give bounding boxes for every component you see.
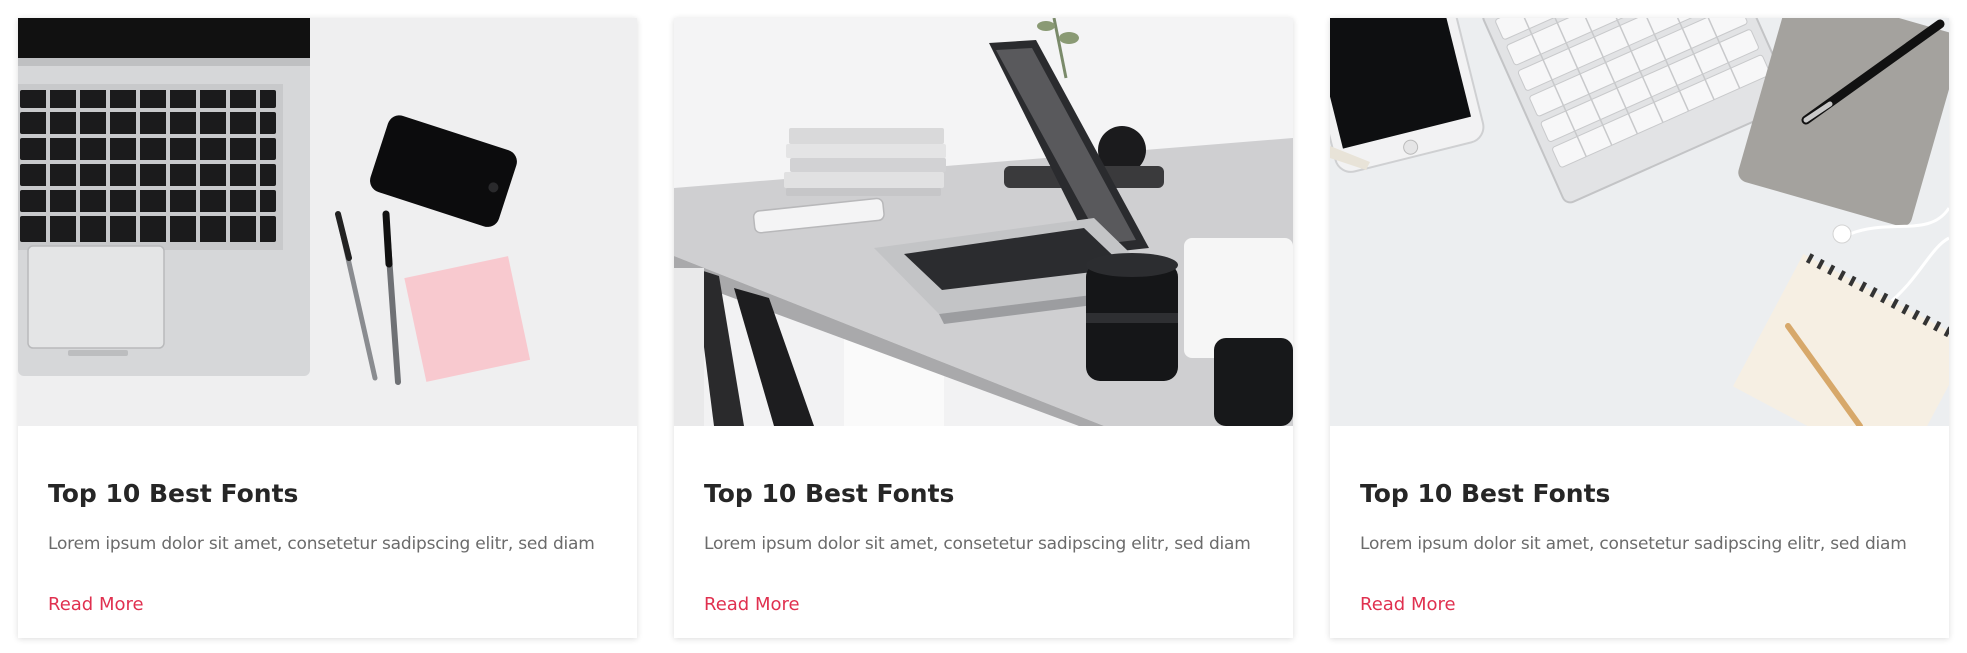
card-excerpt: Lorem ipsum dolor sit amet, consetetur s… — [704, 534, 1251, 554]
read-more-link[interactable]: Read More — [704, 594, 800, 615]
card-excerpt: Lorem ipsum dolor sit amet, consetetur s… — [1360, 534, 1907, 554]
blog-card[interactable]: Top 10 Best Fonts Lorem ipsum dolor sit … — [1330, 18, 1949, 638]
card-image-laptop-phone-pens[interactable] — [18, 18, 637, 426]
card-title[interactable]: Top 10 Best Fonts — [704, 479, 954, 508]
phone-keyboard-flatlay-image — [1330, 18, 1949, 426]
card-image-laptop-desk[interactable] — [674, 18, 1293, 426]
blog-card[interactable]: Top 10 Best Fonts Lorem ipsum dolor sit … — [674, 18, 1293, 638]
blog-card[interactable]: Top 10 Best Fonts Lorem ipsum dolor sit … — [18, 18, 637, 638]
read-more-link[interactable]: Read More — [1360, 594, 1456, 615]
card-image-phone-keyboard-notebook[interactable] — [1330, 18, 1949, 426]
read-more-link[interactable]: Read More — [48, 594, 144, 615]
laptop-desk-image — [674, 18, 1293, 426]
card-title[interactable]: Top 10 Best Fonts — [1360, 479, 1610, 508]
blog-card-grid: Top 10 Best Fonts Lorem ipsum dolor sit … — [0, 0, 1967, 653]
card-title[interactable]: Top 10 Best Fonts — [48, 479, 298, 508]
card-excerpt: Lorem ipsum dolor sit amet, consetetur s… — [48, 534, 595, 554]
laptop-flatlay-image — [18, 18, 637, 426]
